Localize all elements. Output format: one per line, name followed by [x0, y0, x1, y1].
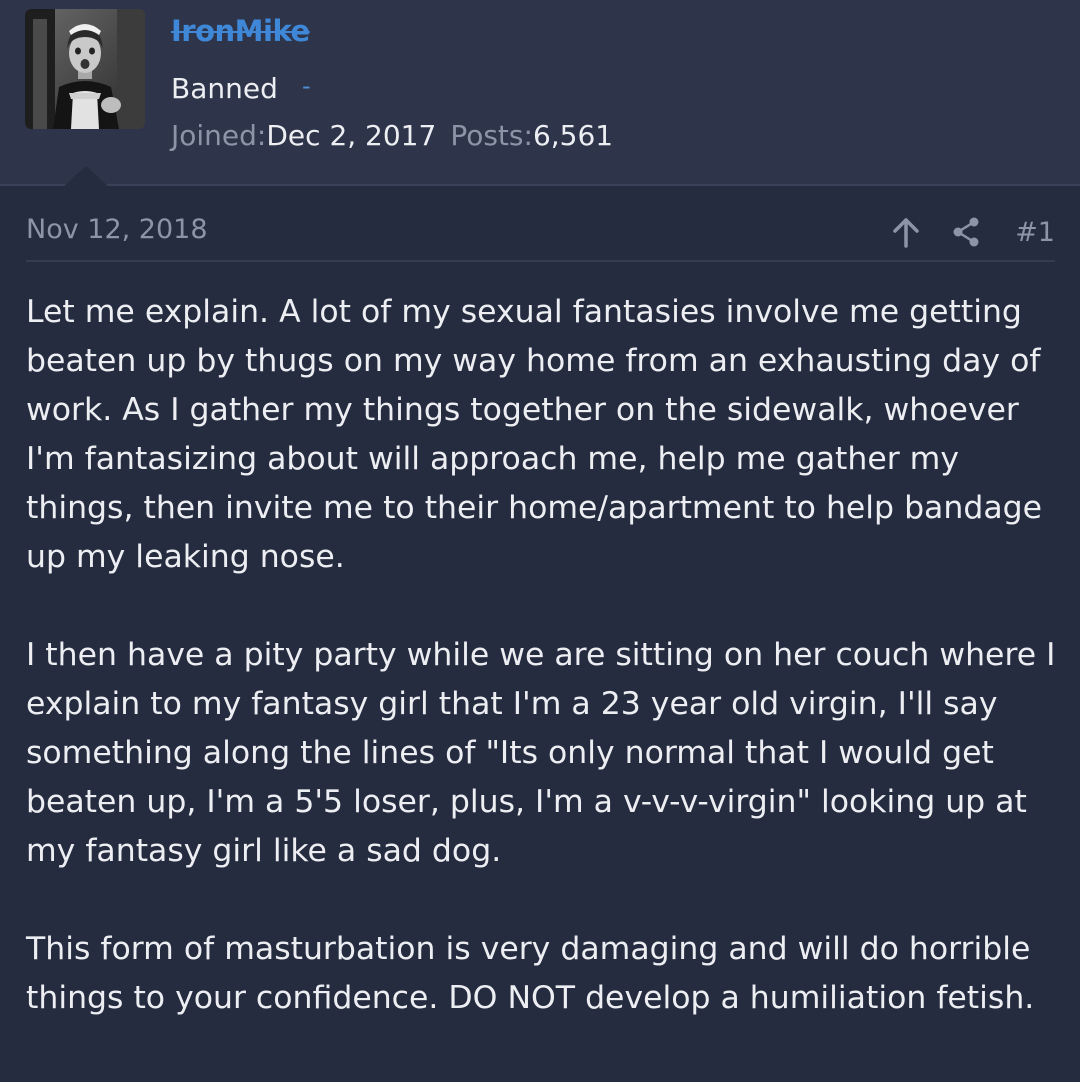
post-date[interactable]: Nov 12, 2018 — [26, 214, 208, 245]
user-header: IronMike Banned - Joined:Dec 2, 2017 Post… — [0, 0, 1080, 186]
post-actions: #1 — [891, 212, 1055, 252]
user-title: Banned — [171, 72, 278, 105]
post-paragraph: This form of masturbation is very damagi… — [26, 931, 1035, 1016]
post-body: Let me explain. A lot of my sexual fanta… — [26, 288, 1066, 1072]
username-link[interactable]: IronMike — [171, 14, 310, 48]
joined-value: Dec 2, 2017 — [266, 119, 437, 152]
post-paragraph: Let me explain. A lot of my sexual fanta… — [26, 294, 1042, 575]
post-number-link[interactable]: #1 — [1015, 217, 1055, 248]
posts-value: 6,561 — [532, 119, 614, 152]
header-pointer — [64, 166, 108, 186]
user-stats: Joined:Dec 2, 2017 Posts:6,561 — [171, 119, 613, 152]
share-icon[interactable] — [951, 216, 981, 248]
title-separator: - — [302, 72, 311, 100]
joined-label: Joined: — [171, 119, 267, 152]
arrow-up-icon[interactable] — [891, 216, 921, 248]
post-meta: Nov 12, 2018 #1 — [26, 212, 1055, 262]
avatar-photo — [25, 9, 145, 129]
avatar[interactable] — [25, 9, 145, 129]
posts-label: Posts: — [450, 119, 533, 152]
post-paragraph: I then have a pity party while we are si… — [26, 637, 1056, 869]
